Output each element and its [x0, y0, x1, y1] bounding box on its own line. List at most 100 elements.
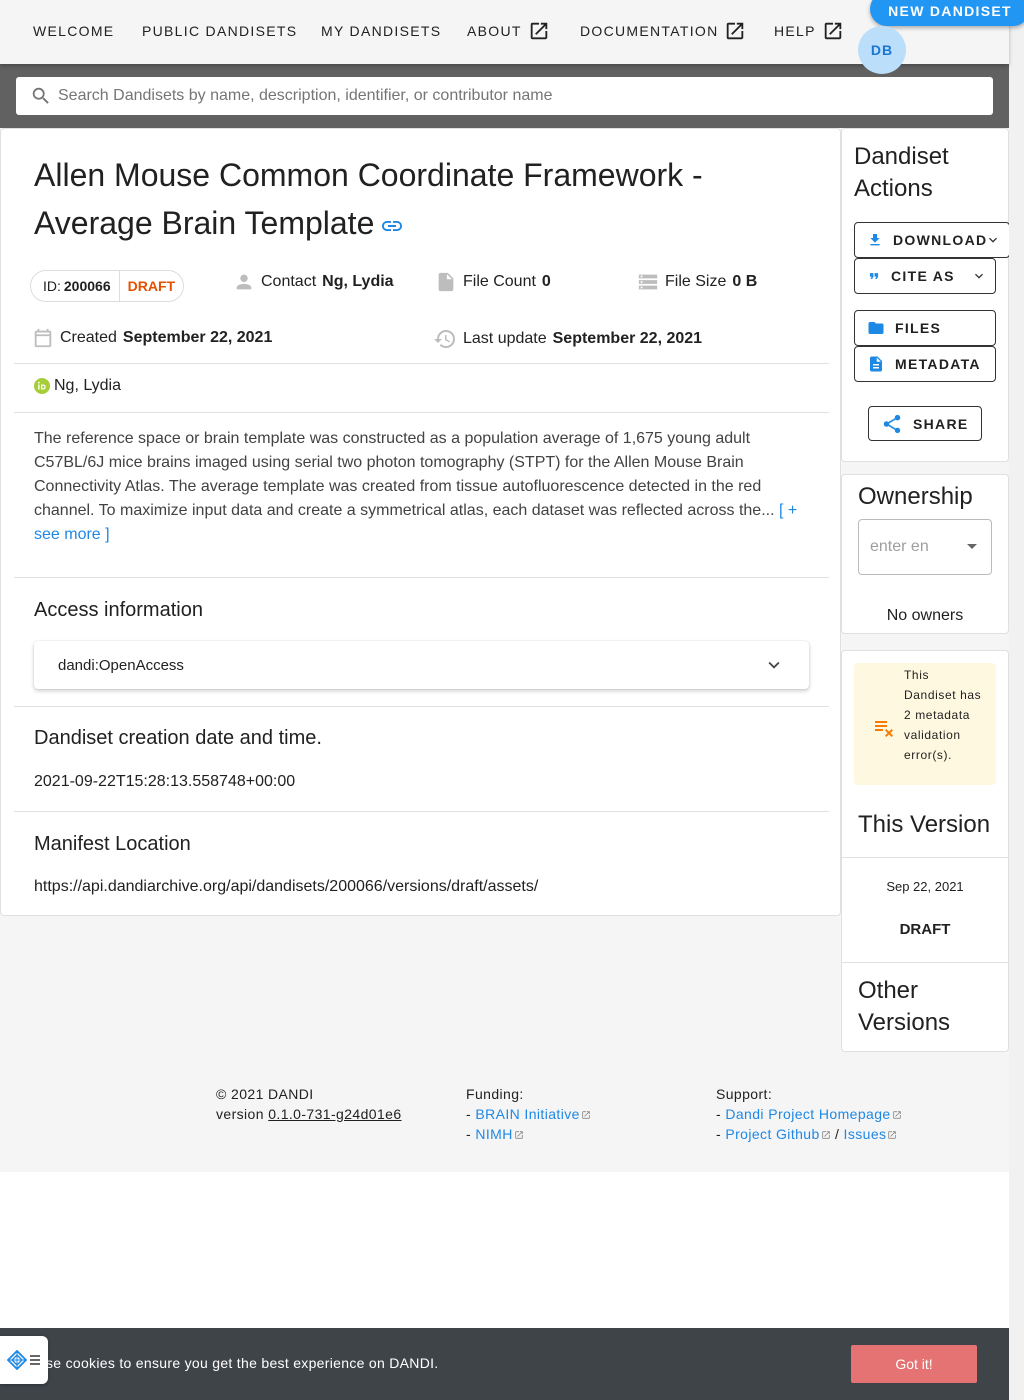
- versions-card: This Dandiset has 2 metadata validation …: [841, 650, 1009, 1052]
- divider: [14, 412, 829, 413]
- page-bottom-area: [0, 1172, 1009, 1328]
- warning-text: This Dandiset has 2 metadata validation …: [904, 668, 982, 762]
- updated-info: Last update September 22, 2021: [433, 327, 702, 351]
- no-owners-text: No owners: [886, 607, 964, 624]
- status-badge: DRAFT: [118, 270, 175, 302]
- quote-icon: [869, 273, 879, 279]
- owner-select-placeholder: enter en: [870, 538, 929, 555]
- description-text: The reference space or brain template wa…: [34, 430, 775, 519]
- nav-welcome[interactable]: WELCOME: [33, 23, 114, 39]
- divider: [14, 811, 829, 812]
- version-link[interactable]: 0.1.0-731-g24d01e6: [268, 1106, 401, 1122]
- nav-documentation[interactable]: DOCUMENTATION: [580, 20, 746, 42]
- version-status[interactable]: DRAFT: [842, 921, 1008, 938]
- nav-help[interactable]: HELP: [774, 20, 844, 42]
- cite-label: CITE AS: [891, 268, 955, 284]
- external-link-icon: [892, 1111, 901, 1119]
- github-link[interactable]: Project Github: [725, 1126, 819, 1142]
- person-icon: [236, 274, 252, 290]
- contact-info: Contact Ng, Lydia: [233, 271, 394, 293]
- playlist-remove-icon: [875, 721, 893, 737]
- chevron-down-icon: [975, 273, 983, 279]
- brain-initiative-link[interactable]: BRAIN Initiative: [475, 1106, 579, 1122]
- nav-documentation-label: DOCUMENTATION: [580, 23, 719, 39]
- external-link-icon: [888, 1131, 897, 1139]
- id-value: 200066: [63, 278, 111, 294]
- nav-my-dandisets[interactable]: MY DANDISETS: [321, 23, 441, 39]
- files-button[interactable]: FILES: [854, 310, 996, 346]
- created-label: Created: [60, 329, 117, 346]
- this-version-title: This Version: [858, 811, 991, 838]
- actions-title: Dandiset Actions: [854, 143, 949, 202]
- share-icon: [883, 414, 901, 433]
- chevron-down-icon: [989, 237, 997, 243]
- contributor: Ng, Lydia: [34, 377, 121, 395]
- file-size-value: 0 B: [732, 273, 758, 290]
- support-label: Support:: [716, 1086, 773, 1102]
- dandiset-actions-card: Dandiset Actions DOWNLOAD CITE AS FILES …: [841, 128, 1010, 462]
- nav-about[interactable]: ABOUT: [467, 20, 550, 42]
- id-label: ID:: [43, 278, 61, 294]
- widget-button[interactable]: [0, 1336, 48, 1384]
- footer-support: Support: - Dandi Project Homepage - Proj…: [716, 1084, 902, 1144]
- download-button[interactable]: DOWNLOAD: [854, 222, 1010, 258]
- ownership-card: Ownership enter en No owners: [841, 474, 1009, 634]
- manifest-title: Manifest Location: [34, 833, 191, 855]
- orcid-icon[interactable]: [34, 378, 50, 394]
- document-icon: [870, 356, 882, 372]
- contact-value: Ng, Lydia: [322, 273, 394, 290]
- external-link-icon: [582, 1111, 590, 1119]
- file-count-label: File Count: [463, 273, 536, 290]
- history-icon: [434, 330, 455, 348]
- created-value: September 22, 2021: [122, 329, 273, 346]
- download-icon: [870, 234, 880, 246]
- cite-as-button[interactable]: CITE AS: [854, 258, 996, 294]
- scrollbar[interactable]: [1009, 0, 1024, 1400]
- other-versions-title: Other Versions: [858, 977, 951, 1036]
- external-link-icon: [514, 1131, 523, 1139]
- access-title: Access information: [34, 599, 203, 621]
- search-box: [16, 77, 993, 115]
- cookie-text: se cookies to ensure you get the best ex…: [46, 1355, 439, 1371]
- divider: [842, 962, 1008, 963]
- dandiset-description: The reference space or brain template wa…: [34, 427, 799, 547]
- ownership-title: Ownership: [858, 483, 973, 510]
- divider: [842, 857, 1008, 858]
- top-nav: WELCOME PUBLIC DANDISETS MY DANDISETS AB…: [0, 0, 1024, 74]
- contributor-name: Ng, Lydia: [54, 377, 121, 394]
- nav-public-label: PUBLIC DANDISETS: [142, 23, 298, 39]
- divider: [14, 363, 829, 364]
- cookie-banner: se cookies to ensure you get the best ex…: [0, 1328, 1009, 1400]
- search-input[interactable]: [58, 87, 993, 105]
- homepage-link[interactable]: Dandi Project Homepage: [725, 1106, 890, 1122]
- external-link-icon: [727, 22, 744, 40]
- funding-label: Funding:: [466, 1086, 524, 1102]
- dandiset-main-card: Allen Mouse Common Coordinate Framework …: [0, 128, 841, 916]
- dropdown-arrow-icon: [967, 544, 977, 549]
- nav-public-dandisets[interactable]: PUBLIC DANDISETS: [142, 23, 297, 39]
- issues-link[interactable]: Issues: [844, 1126, 887, 1142]
- divider: [14, 577, 829, 578]
- chevron-down-icon: [768, 661, 780, 669]
- download-label: DOWNLOAD: [893, 232, 988, 248]
- divider: [14, 706, 829, 707]
- dandiset-title-text: Allen Mouse Common Coordinate Framework …: [34, 157, 703, 241]
- dandiset-id-chip: ID: 200066 DRAFT: [30, 270, 184, 302]
- footer-copyright: © 2021 DANDI version 0.1.0-731-g24d01e6: [216, 1084, 402, 1124]
- external-link-icon: [821, 1131, 830, 1139]
- nav-about-label: ABOUT: [467, 23, 522, 39]
- metadata-button[interactable]: METADATA: [854, 346, 996, 382]
- link-icon[interactable]: [380, 214, 404, 238]
- manifest-value: https://api.dandiarchive.org/api/dandise…: [34, 878, 539, 895]
- version-date[interactable]: Sep 22, 2021: [842, 879, 1008, 894]
- user-avatar[interactable]: DB: [858, 26, 906, 74]
- got-it-button[interactable]: Got it!: [851, 1345, 977, 1383]
- new-dandiset-button[interactable]: NEW DANDISET: [870, 0, 1024, 26]
- owner-select[interactable]: enter en: [858, 519, 992, 575]
- access-expansion-panel[interactable]: dandi:OpenAccess: [34, 641, 809, 689]
- creation-title: Dandiset creation date and time.: [34, 727, 322, 749]
- external-link-icon: [530, 22, 547, 40]
- validation-warning[interactable]: This Dandiset has 2 metadata validation …: [854, 663, 996, 785]
- nimh-link[interactable]: NIMH: [475, 1126, 512, 1142]
- share-button[interactable]: SHARE: [868, 406, 982, 441]
